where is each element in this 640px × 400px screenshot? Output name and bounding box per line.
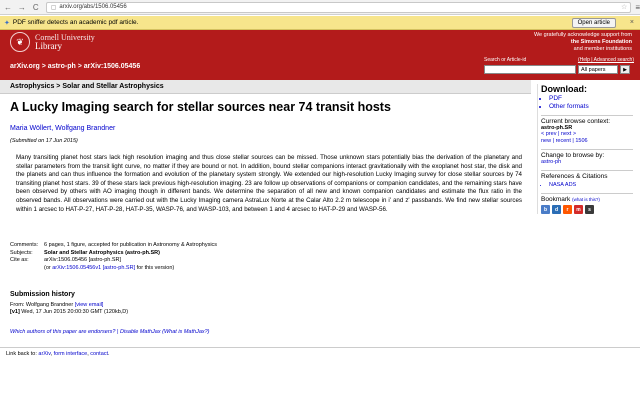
cornell-library-logo[interactable]: Cornell University Library (35, 33, 95, 51)
prev-next-links[interactable]: < prev | next > (541, 131, 633, 138)
bookmark-label: Bookmark (541, 196, 571, 203)
mendeley-icon[interactable]: m (574, 205, 583, 214)
cite-alt-post: for this version) (135, 264, 175, 271)
endorsers-mathjax-links[interactable]: Which authors of this paper are endorser… (10, 329, 210, 335)
close-icon[interactable]: × (630, 19, 634, 26)
cornell-banner: ❦ Cornell University Library We grateful… (0, 30, 640, 54)
search-go-button[interactable]: ▶ (620, 65, 630, 74)
download-heading: Download: (541, 84, 587, 94)
address-bar[interactable]: ▢ arxiv.org/abs/1506.05456 ☆ (45, 1, 632, 13)
footer-divider (0, 347, 640, 348)
submission-history: Submission history From: Wolfgang Brandn… (10, 291, 128, 317)
cite-key: Cite as: (10, 257, 29, 264)
menu-icon[interactable]: ≡ (635, 3, 640, 12)
footer-links: Link back to: arXiv, form interface, con… (6, 351, 110, 357)
cite-alt-pre: (or (44, 264, 53, 271)
subjects-value: Solar and Stellar Astrophysics (astro-ph… (44, 249, 160, 256)
support-line3: and member institutions (573, 45, 632, 52)
change-browse-link[interactable]: astro-ph (541, 159, 633, 166)
browse-context-label: Current browse context: (541, 118, 611, 125)
submitted-date: (Submitted on 17 Jun 2015) (10, 138, 78, 144)
support-line2[interactable]: the Simons Foundation (571, 39, 632, 45)
search-label: Search or Article-id (484, 57, 527, 63)
footer-post: . (108, 351, 110, 357)
form-interface-link[interactable]: form interface (54, 351, 88, 357)
footer-pre: Link back to: (6, 351, 39, 357)
forward-icon[interactable]: → (16, 1, 28, 13)
arxiv-header: arXiv.org > astro-ph > arXiv:1506.05456 … (0, 54, 640, 80)
sidebar: Download: PDF Other formats Current brow… (537, 84, 633, 214)
support-line1: We gratefully acknowledge support from (533, 31, 632, 38)
references-list: NASA ADS (549, 181, 633, 189)
metadata-table: Comments: 6 pages, 1 figure, accepted fo… (10, 242, 217, 272)
browse-context-section: Current browse context: astro-ph.SR < pr… (541, 115, 633, 145)
contact-link[interactable]: contact (90, 351, 108, 357)
bibsonomy-icon[interactable]: b (541, 205, 550, 214)
version-link[interactable]: [v1] (10, 309, 20, 315)
search-input[interactable] (484, 65, 576, 74)
info-message: PDF sniffer detects an academic pdf arti… (12, 19, 139, 26)
pdf-link[interactable]: PDF (549, 95, 633, 103)
page-icon: ▢ (50, 4, 57, 11)
subject-breadcrumb: Astrophysics > Solar and Stellar Astroph… (0, 80, 531, 94)
references-label: References & Citations (541, 173, 608, 180)
history-heading: Submission history (10, 291, 75, 298)
bookmark-section: Bookmark (what is this?) b d r m s (541, 193, 633, 214)
search-scope-select[interactable]: All papers (578, 65, 618, 74)
delicious-icon[interactable]: d (552, 205, 561, 214)
history-from: From: Wolfgang Brandner (10, 301, 75, 308)
abstract: Many transiting planet host stars lack h… (16, 154, 522, 213)
subjects-key: Subjects: (10, 249, 33, 256)
new-recent-links[interactable]: new | recent | 1506 (541, 138, 633, 145)
bookmark-icons: b d r m s (541, 205, 633, 214)
bookmark-help-link[interactable]: (what is this?) (572, 197, 600, 202)
main-content: A Lucky Imaging search for stellar sourc… (10, 100, 528, 335)
references-section: References & Citations NASA ADS (541, 170, 633, 189)
change-browse-section: Change to browse by: astro-ph (541, 149, 633, 166)
view-email-link[interactable]: [view email] (75, 302, 104, 308)
download-list: PDF Other formats (549, 95, 633, 111)
extension-icon: ✦ (4, 19, 10, 27)
reddit-icon[interactable]: r (563, 205, 572, 214)
comments-key: Comments: (10, 242, 39, 248)
comments-value: 6 pages, 1 figure, accepted for publicat… (44, 242, 218, 248)
bookmark-star-icon[interactable]: ☆ (621, 3, 627, 11)
cornell-line2: Library (35, 41, 62, 51)
cornell-line1: Cornell University (35, 33, 95, 42)
paper-title: A Lucky Imaging search for stellar sourc… (10, 100, 391, 114)
reload-icon[interactable]: C (30, 1, 42, 13)
info-bar: ✦ PDF sniffer detects an academic pdf ar… (0, 16, 640, 30)
back-icon[interactable]: ← (2, 1, 14, 13)
version-date: Wed, 17 Jun 2015 20:00:30 GMT (120kb,D) (19, 309, 129, 315)
science-wise-icon[interactable]: s (585, 205, 594, 214)
other-formats-link[interactable]: Other formats (549, 103, 633, 111)
cite-version-link[interactable]: arXiv:1506.05456v1 [astro-ph.SR] (52, 265, 135, 271)
arxiv-home-link[interactable]: arXiv (38, 351, 50, 357)
breadcrumb[interactable]: arXiv.org > astro-ph > arXiv:1506.05456 (10, 63, 140, 70)
url-text: arxiv.org/abs/1506.05456 (59, 4, 127, 10)
cite-value: arXiv:1506.05456 [astro-ph.SR] (44, 257, 122, 264)
open-article-button[interactable]: Open article (571, 17, 616, 28)
cornell-seal-icon[interactable]: ❦ (10, 32, 30, 52)
help-link[interactable]: (Help | Advanced search) (578, 57, 634, 63)
authors[interactable]: Maria Wöllert, Wolfgang Brandner (10, 125, 528, 132)
browser-toolbar: ← → C ▢ arxiv.org/abs/1506.05456 ☆ ≡ (0, 0, 640, 15)
nasa-ads-link[interactable]: NASA ADS (549, 181, 633, 189)
support-notice: We gratefully acknowledge support from t… (534, 32, 632, 53)
change-browse-label: Change to browse by: (541, 152, 605, 159)
search-area: Search or Article-id (Help | Advanced se… (484, 57, 634, 74)
